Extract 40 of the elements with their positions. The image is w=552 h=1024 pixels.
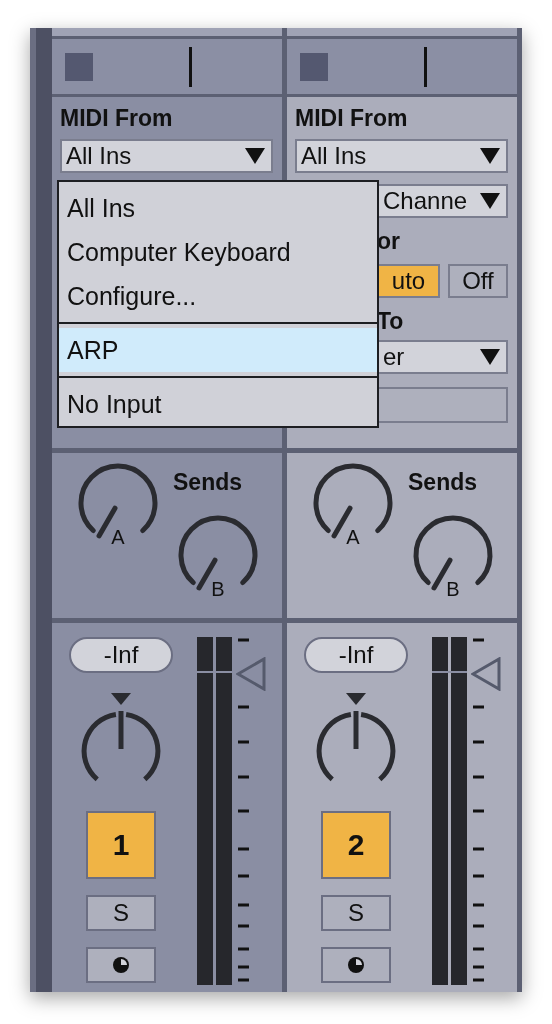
solo-button[interactable]: S (321, 895, 391, 931)
divider-tick-icon (424, 46, 427, 87)
track-activator-button[interactable]: 1 (86, 811, 156, 879)
menu-item[interactable]: No Input (59, 382, 377, 426)
volume-readout[interactable]: -Inf (69, 637, 173, 673)
caret-icon (245, 148, 265, 164)
input-dropdown[interactable]: All Ins (295, 139, 508, 173)
menu-item[interactable]: ARP (59, 328, 377, 372)
output-channel-field[interactable] (377, 387, 508, 423)
menu-item[interactable]: Computer Keyboard (59, 230, 377, 274)
caret-icon (480, 148, 500, 164)
monitor-label: or (377, 227, 400, 256)
output-label: To (377, 307, 404, 336)
solo-button[interactable]: S (86, 895, 156, 931)
phase-button[interactable] (321, 947, 391, 983)
menu-item[interactable]: All Ins (59, 186, 377, 230)
input-dropdown[interactable]: All Ins (60, 139, 273, 173)
caret-icon (480, 193, 500, 209)
phase-button[interactable] (86, 947, 156, 983)
monitor-button[interactable]: uto (377, 264, 440, 298)
caret-icon (480, 349, 500, 365)
output-dropdown[interactable]: er (377, 340, 508, 374)
send-label: A (346, 527, 360, 547)
sends-label: Sends (173, 469, 243, 496)
menu-item[interactable]: Configure... (59, 274, 377, 318)
monitor-button[interactable]: Off (448, 264, 508, 298)
track-activator-button[interactable]: 2 (321, 811, 391, 879)
sends-label: Sends (408, 469, 478, 496)
midi-from-label: MIDI From (60, 104, 173, 133)
fader-handle-icon[interactable] (236, 657, 266, 691)
send-label: B (211, 579, 225, 599)
volume-readout[interactable]: -Inf (304, 637, 408, 673)
send-label: B (446, 579, 460, 599)
divider-tick-icon (189, 46, 192, 87)
channel-dropdown[interactable]: Channe (377, 184, 508, 218)
fader-handle-icon[interactable] (471, 657, 501, 691)
half-circle-icon (112, 956, 130, 974)
half-circle-icon (347, 956, 365, 974)
send-label: A (111, 527, 125, 547)
midi-from-label: MIDI From (295, 104, 408, 133)
